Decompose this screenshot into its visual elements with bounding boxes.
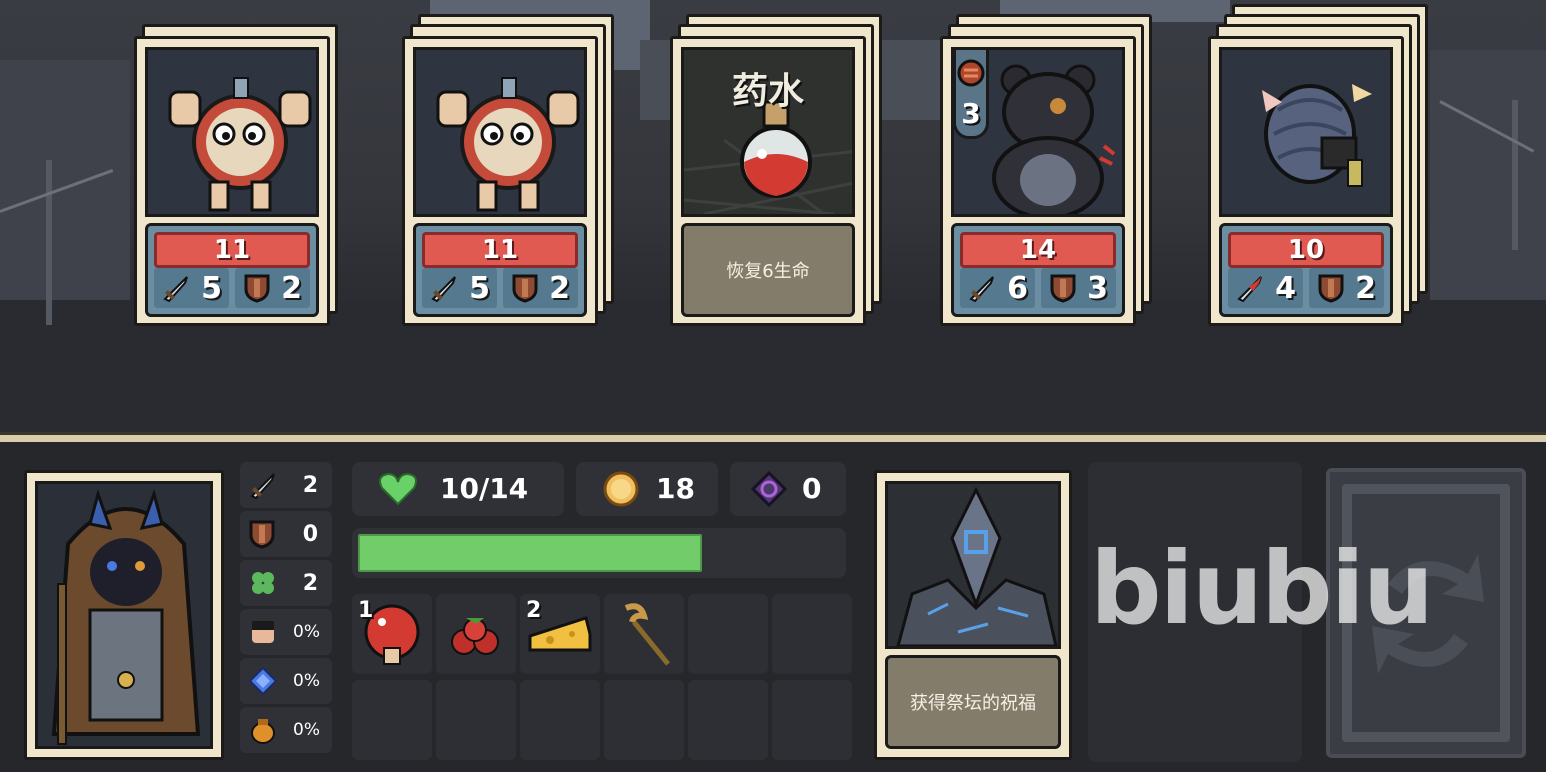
face-icon	[252, 621, 274, 643]
inventory-slot-12[interactable]	[772, 680, 852, 760]
enemy-hp: 11	[422, 232, 578, 268]
item-title: 药水	[731, 71, 804, 112]
shield-icon	[1050, 274, 1076, 303]
meat-icon	[957, 59, 985, 87]
inventory-slot-4[interactable]	[604, 594, 684, 674]
purple-crystal-icon	[750, 470, 788, 508]
player-pct-row-3: 0%	[240, 707, 332, 753]
enemy-hp: 11	[154, 232, 310, 268]
inventory-slot-8[interactable]	[436, 680, 516, 760]
inventory-slot-2[interactable]	[436, 594, 516, 674]
inventory-slot-9[interactable]	[520, 680, 600, 760]
enemy-hp: 10	[1228, 232, 1384, 268]
enemy-card-5[interactable]: 10 4 2	[1208, 4, 1428, 326]
gold-coin-icon	[603, 471, 639, 507]
player-health: 10/14	[440, 472, 529, 505]
player-pct-2: 0%	[293, 671, 320, 691]
enemy-attack: 4	[1275, 270, 1296, 306]
player-stats: 2 0 2 0% 0% 0%	[240, 462, 332, 756]
enemy-stats: 14 6 3	[951, 223, 1125, 317]
enemy-stats: 11 5 2	[413, 223, 587, 317]
shield-icon	[1318, 274, 1344, 303]
inventory-slot-11[interactable]	[688, 680, 768, 760]
clover-icon	[252, 572, 274, 594]
sword-icon	[969, 276, 995, 303]
red-sword-icon	[1237, 276, 1263, 303]
shield-icon	[244, 274, 270, 303]
player-gold: 18	[656, 472, 695, 505]
health-bar	[352, 528, 846, 578]
player-pct-row-2: 0%	[240, 658, 332, 704]
sword-icon	[431, 276, 457, 303]
enemy-hp: 14	[960, 232, 1116, 268]
player-crystals: 0	[802, 472, 822, 505]
player-luck: 2	[302, 570, 318, 596]
player-luck-row: 2	[240, 560, 332, 606]
crystal-panel: 0	[730, 462, 846, 516]
watermark: biubiu	[1090, 530, 1434, 647]
clockwork-doll-art	[413, 47, 587, 217]
player-pct-1: 0%	[293, 622, 320, 642]
health-bar-fill	[358, 534, 703, 572]
potion-art: 药水	[681, 47, 855, 217]
sword-icon	[163, 276, 189, 303]
shield-icon	[249, 520, 275, 549]
item-description: 恢复6生命	[681, 223, 855, 317]
enemy-tag: 3	[953, 47, 989, 139]
enemy-defense: 3	[1087, 270, 1108, 306]
enemy-attack: 5	[201, 270, 222, 306]
inventory-slot-7[interactable]	[352, 680, 432, 760]
health-panel: 10/14	[352, 462, 564, 516]
player-defense: 0	[302, 521, 318, 547]
inventory-slot-6[interactable]	[772, 594, 852, 674]
item-count: 1	[358, 598, 374, 623]
player-defense-row: 0	[240, 511, 332, 557]
enemy-defense: 2	[281, 270, 302, 306]
shield-icon	[512, 274, 538, 303]
hermit-snail-art	[1219, 47, 1393, 217]
enemy-tag-value: 3	[961, 97, 981, 130]
sword-icon	[250, 473, 275, 500]
item-card-potion[interactable]: 药水 恢复6生命	[670, 14, 882, 326]
staff-icon	[624, 603, 670, 666]
altar-art	[885, 481, 1061, 649]
inventory-slot-3[interactable]: 2	[520, 594, 600, 674]
enemy-attack: 6	[1007, 270, 1028, 306]
player-attack-row: 2	[240, 462, 332, 508]
altar-description: 获得祭坛的祝福	[885, 655, 1061, 749]
blue-gem-icon	[248, 666, 278, 696]
player-pct-3: 0%	[293, 720, 320, 740]
enemy-card-4[interactable]: 3 14 6 3	[940, 14, 1152, 326]
altar-card[interactable]: 获得祭坛的祝福	[874, 470, 1072, 760]
inventory-slot-1[interactable]: 1	[352, 594, 432, 674]
heart-icon	[379, 472, 417, 506]
inventory-slot-10[interactable]	[604, 680, 684, 760]
enemy-stats: 11 5 2	[145, 223, 319, 317]
pouch-icon	[251, 719, 275, 744]
berries-icon	[451, 618, 499, 655]
enemy-card-2[interactable]: 11 5 2	[402, 14, 614, 326]
enemy-stats: 10 4 2	[1219, 223, 1393, 317]
inventory-slot-5[interactable]	[688, 594, 768, 674]
enemy-defense: 2	[549, 270, 570, 306]
enemy-defense: 2	[1355, 270, 1376, 306]
clockwork-doll-art	[145, 47, 319, 217]
enemy-attack: 5	[469, 270, 490, 306]
player-attack: 2	[302, 472, 318, 498]
gold-panel: 18	[576, 462, 718, 516]
hud-divider	[0, 432, 1546, 442]
item-count: 2	[526, 598, 542, 623]
player-portrait[interactable]	[24, 470, 224, 760]
enemy-card-1[interactable]: 11 5 2	[134, 14, 344, 326]
player-pct-row-1: 0%	[240, 609, 332, 655]
